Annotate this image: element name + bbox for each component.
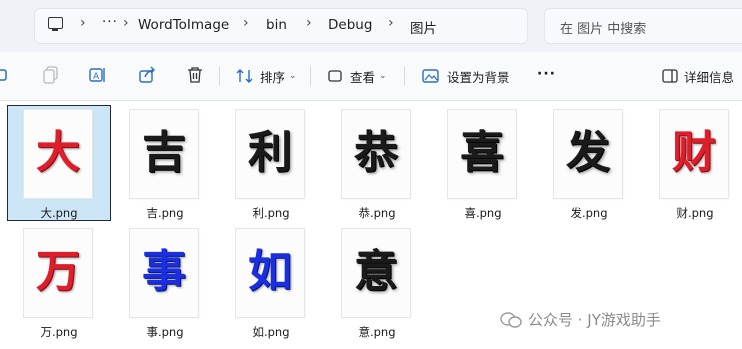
breadcrumb-item-wordtoimage[interactable]: WordToImage <box>138 17 229 33</box>
new-item-icon[interactable] <box>0 67 10 83</box>
file-thumbnail[interactable]: 事 <box>130 229 198 317</box>
breadcrumb-item-images[interactable]: 图片 <box>410 17 437 37</box>
file-name[interactable]: 大.png <box>40 205 77 221</box>
file-thumbnail[interactable]: 发 <box>554 110 622 198</box>
details-pane-button[interactable]: 详细信息 <box>662 63 734 89</box>
file-glyph: 财 <box>672 127 716 179</box>
wechat-logo-icon <box>500 311 522 328</box>
file-glyph: 如 <box>248 246 292 298</box>
watermark: 公众号 · JY游戏助手 <box>500 309 661 330</box>
view-label: 查看 <box>350 69 376 85</box>
chevron-right-icon[interactable]: › <box>388 15 394 31</box>
file-name[interactable]: 吉.png <box>146 205 183 221</box>
chevron-right-icon[interactable]: › <box>306 15 312 31</box>
details-pane-icon <box>662 69 678 83</box>
file-glyph: 事 <box>142 246 186 298</box>
view-icon <box>328 70 342 82</box>
file-name[interactable]: 意.png <box>358 324 395 340</box>
file-name[interactable]: 发.png <box>570 205 607 221</box>
sort-icon <box>236 69 253 83</box>
toolbar-separator <box>404 66 405 86</box>
file-name[interactable]: 恭.png <box>358 205 395 221</box>
file-name[interactable]: 事.png <box>146 324 183 340</box>
search-input[interactable]: 在 图片 中搜索 <box>544 8 742 44</box>
view-button[interactable]: 查看 ⌄ <box>328 63 387 89</box>
chevron-right-icon[interactable]: › <box>243 15 249 31</box>
file-thumbnail[interactable]: 大 <box>24 110 92 198</box>
delete-icon[interactable] <box>187 66 203 84</box>
set-as-background-label: 设置为背景 <box>447 69 510 85</box>
set-as-background-button[interactable]: 设置为背景 <box>422 63 510 89</box>
sort-label: 排序 <box>260 69 286 85</box>
file-thumbnail[interactable]: 如 <box>236 229 304 317</box>
rename-icon[interactable]: A <box>89 66 107 84</box>
more-options-button[interactable]: ··· <box>537 66 556 82</box>
file-thumbnail[interactable]: 喜 <box>448 110 516 198</box>
file-glyph: 恭 <box>354 127 398 179</box>
search-placeholder: 在 图片 中搜索 <box>560 22 647 37</box>
file-glyph: 喜 <box>460 127 504 179</box>
copy-icon[interactable] <box>43 66 59 84</box>
file-name[interactable]: 万.png <box>40 324 77 340</box>
breadcrumb-item-debug[interactable]: Debug <box>328 17 372 33</box>
toolbar-separator <box>219 66 220 86</box>
chevron-down-icon: ⌄ <box>289 71 297 81</box>
svg-text:A: A <box>93 72 100 82</box>
file-thumbnail[interactable]: 意 <box>342 229 410 317</box>
file-thumbnail[interactable]: 财 <box>660 110 728 198</box>
file-thumbnail[interactable]: 恭 <box>342 110 410 198</box>
file-name[interactable]: 如.png <box>252 324 289 340</box>
file-glyph: 万 <box>36 246 80 298</box>
breadcrumb-item-bin[interactable]: bin <box>266 17 287 33</box>
file-glyph: 大 <box>36 127 80 179</box>
file-thumbnail[interactable]: 万 <box>24 229 92 317</box>
file-thumbnail[interactable]: 利 <box>236 110 304 198</box>
image-icon <box>422 69 439 83</box>
chevron-right-icon[interactable]: › <box>123 15 129 31</box>
file-glyph: 发 <box>566 127 610 179</box>
sort-button[interactable]: 排序 ⌄ <box>236 63 297 89</box>
file-glyph: 利 <box>248 127 292 179</box>
toolbar-separator <box>310 66 311 86</box>
breadcrumb-overflow[interactable]: ··· <box>102 14 118 30</box>
file-thumbnail[interactable]: 吉 <box>130 110 198 198</box>
file-glyph: 意 <box>354 246 398 298</box>
share-icon[interactable] <box>139 66 157 84</box>
file-name[interactable]: 财.png <box>676 205 713 221</box>
chevron-right-icon[interactable]: › <box>80 15 86 31</box>
chevron-down-icon: ⌄ <box>379 71 387 81</box>
watermark-text: 公众号 · JY游戏助手 <box>528 311 661 329</box>
details-label: 详细信息 <box>684 69 735 85</box>
file-name[interactable]: 喜.png <box>464 205 501 221</box>
file-name[interactable]: 利.png <box>252 205 289 221</box>
file-glyph: 吉 <box>142 127 186 179</box>
this-pc-icon[interactable] <box>48 17 63 31</box>
